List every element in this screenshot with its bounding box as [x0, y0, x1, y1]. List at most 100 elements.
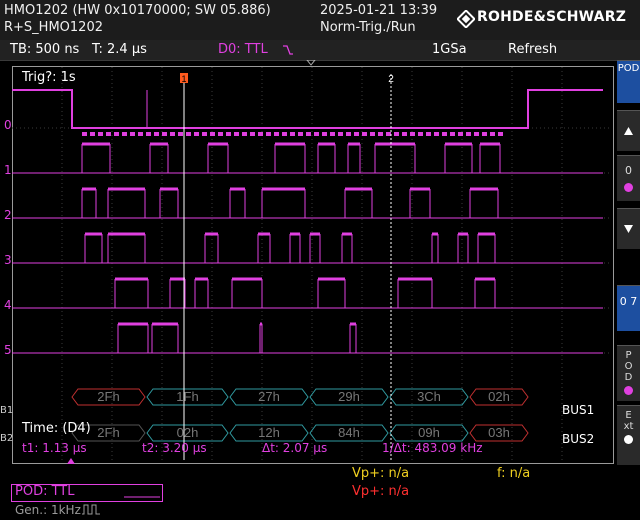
- vp-measurement-2: Vp+: n/a: [352, 484, 410, 499]
- clock-pulse: [202, 132, 207, 136]
- bus2-name: BUS2: [562, 432, 595, 446]
- trace-ch0: [12, 89, 603, 129]
- bus-value: 02h: [488, 389, 510, 404]
- clock-pulse: [362, 132, 367, 136]
- clock-pulse: [122, 132, 127, 136]
- clock-pulse: [386, 132, 391, 136]
- trigger-source[interactable]: D0: TTL: [218, 42, 268, 57]
- channel-label-2: 2: [4, 208, 12, 222]
- bus-value: 27h: [258, 389, 280, 404]
- clock-pulse: [186, 132, 191, 136]
- threshold-icon: [124, 496, 160, 498]
- ext-button[interactable]: Ext: [617, 405, 640, 466]
- cursor-t2: t2: 3.20 µs: [142, 441, 207, 455]
- digital-traces: [12, 89, 603, 354]
- clock-pulse: [458, 132, 463, 136]
- clock-pulse: [226, 132, 231, 136]
- cursor-frequency: 1/Δt: 483.09 kHz: [382, 441, 483, 455]
- cursor-t1: t1: 1.13 µs: [22, 441, 87, 455]
- clock-pulse: [82, 132, 87, 136]
- clock-pulse: [338, 132, 343, 136]
- bus1-name: BUS1: [562, 403, 595, 417]
- clock-pulse: [290, 132, 295, 136]
- brand-logo-icon: [457, 10, 475, 28]
- clock-pulse: [242, 132, 247, 136]
- generator-setting[interactable]: Gen.: 1kHz: [15, 503, 81, 517]
- channel-label-1: 1: [4, 163, 12, 177]
- clock-pulse: [218, 132, 223, 136]
- clock-pulse: [234, 132, 239, 136]
- channel-color-dot: [624, 183, 633, 192]
- datetime: 2025-01-21 13:39: [320, 3, 438, 18]
- brand-name: ROHDE&SCHWARZ: [477, 9, 627, 25]
- clock-pulse: [434, 132, 439, 136]
- clock-pulse: [450, 132, 455, 136]
- falling-edge-icon: [283, 45, 293, 55]
- bus-value: 2Fh: [97, 425, 119, 440]
- clock-pulse: [106, 132, 111, 136]
- cursor-delta: Δt: 2.07 µs: [262, 441, 328, 455]
- clock-pulse: [426, 132, 431, 136]
- channel-label-4: 4: [4, 298, 12, 312]
- range-button[interactable]: 0 7: [617, 285, 640, 331]
- clock-pulse: [154, 132, 159, 136]
- channel-select-button[interactable]: 0: [617, 155, 640, 201]
- trigger-mode: Norm-Trig./Run: [320, 20, 416, 35]
- ext-label: Ext: [623, 410, 634, 432]
- clock-pulse: [146, 132, 151, 136]
- clock-pulse: [274, 132, 279, 136]
- frequency-counter: f: n/a: [497, 466, 531, 481]
- bus-value: 1Fh: [176, 389, 198, 404]
- clock-pulse: [314, 132, 319, 136]
- ext-color-dot: [624, 435, 633, 444]
- clock-pulse: [402, 132, 407, 136]
- cursor-2-label: 2: [388, 74, 394, 85]
- clock-pulse: [346, 132, 351, 136]
- clock-pulse: [90, 132, 95, 136]
- clock-pulse: [298, 132, 303, 136]
- square-wave-icon: [82, 504, 100, 515]
- bus-value: 12h: [258, 425, 280, 440]
- bus-value: 3Ch: [417, 389, 441, 404]
- pod-top-button[interactable]: POD: [617, 60, 640, 103]
- arrow-down-icon: [624, 225, 633, 233]
- clock-pulse: [194, 132, 199, 136]
- scroll-up-button[interactable]: [617, 110, 640, 151]
- clock-pulse: [250, 132, 255, 136]
- bus-label-b1: B1: [0, 405, 14, 416]
- clock-pulse: [354, 132, 359, 136]
- clock-pulse: [378, 132, 383, 136]
- time-label: Time: (D4): [22, 421, 91, 436]
- clock-pulse: [442, 132, 447, 136]
- header-bar: HMO1202 (HW 0x10170000; SW 05.886) R+S_H…: [0, 0, 640, 40]
- acquisition-mode[interactable]: Refresh: [508, 42, 557, 57]
- bus-value: 02h: [177, 425, 199, 440]
- status-bar: TB: 500 ns T: 2.4 µs D0: TTL 1GSa Refres…: [0, 40, 640, 61]
- trigger-time[interactable]: T: 2.4 µs: [92, 42, 147, 57]
- pod-bottom-button[interactable]: POD: [617, 345, 640, 401]
- cursor-1-label: 1: [181, 74, 186, 84]
- vp-measurement-1: Vp+: n/a: [352, 466, 410, 481]
- bus-value: 84h: [338, 425, 360, 440]
- clock-pulse: [130, 132, 135, 136]
- pod-setting: POD: TTL: [15, 484, 75, 499]
- channel-label-0: 0: [4, 118, 12, 132]
- channel-index: 0: [625, 164, 632, 177]
- clock-pulse: [306, 132, 311, 136]
- position-marker: [67, 458, 75, 464]
- clock-pulse: [418, 132, 423, 136]
- bus-value: 03h: [488, 425, 510, 440]
- right-sidebar: POD 0 0 7 POD Ext: [617, 60, 640, 466]
- pod-color-dot: [624, 386, 633, 395]
- bus-value: 09h: [418, 425, 440, 440]
- device-name: R+S_HMO1202: [4, 20, 103, 35]
- scroll-down-button[interactable]: [617, 208, 640, 249]
- timebase[interactable]: TB: 500 ns: [10, 42, 79, 57]
- pod-top-label: POD: [617, 63, 640, 74]
- clock-pulse: [162, 132, 167, 136]
- waveform-area: 2Fh 1Fh 27h 29h 3Ch 02h 2Fh 02h 12h 84h 09h 03h 1 2: [12, 60, 612, 464]
- sample-rate[interactable]: 1GSa: [432, 42, 467, 57]
- pod-bottom-label: POD: [624, 350, 633, 383]
- clock-pulse: [490, 132, 495, 136]
- bus-value: 2Fh: [97, 389, 119, 404]
